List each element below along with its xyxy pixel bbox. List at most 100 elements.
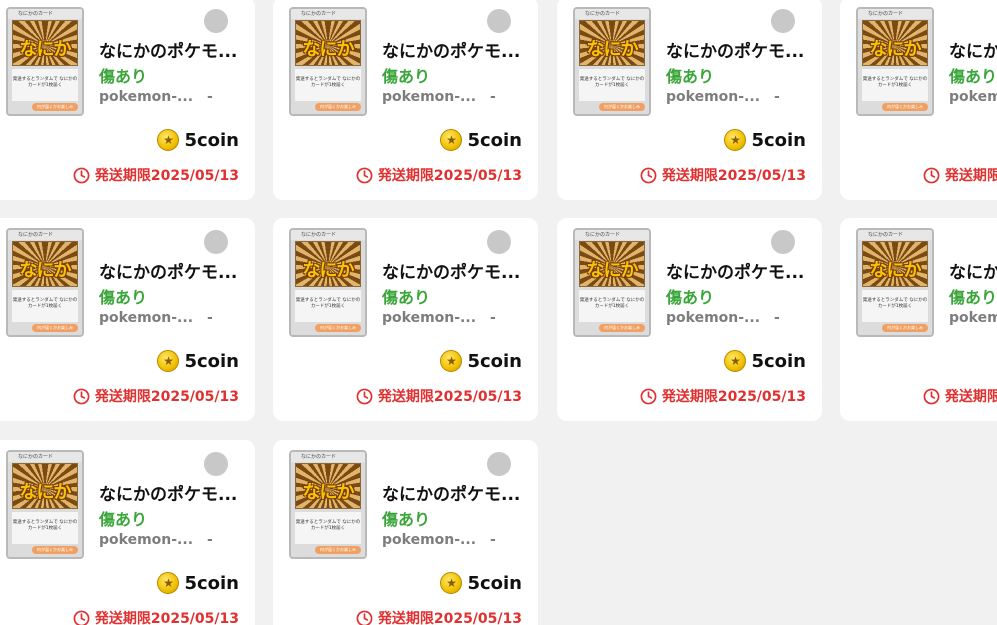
seller-name: pokemon-... <box>99 89 194 105</box>
coin-icon: ★ <box>157 572 180 594</box>
product-title[interactable]: なにかのポケモ... <box>99 480 239 505</box>
select-circle-icon[interactable] <box>204 452 228 476</box>
card-thumbnail[interactable]: なにかのカード なにか 発送するとランダムで なにかのカードが1枚届く 何が届く… <box>6 7 84 116</box>
thumbnail-logo: なにか <box>586 260 639 281</box>
condition-label: 傷あり <box>949 67 997 86</box>
card-thumbnail[interactable]: なにかのカード なにか 発送するとランダムで なにかのカードが1枚届く 何が届く… <box>289 7 367 116</box>
card-thumbnail[interactable]: なにかのカード なにか 発送するとランダムで なにかのカードが1枚届く 何が届く… <box>289 228 367 337</box>
select-circle-icon[interactable] <box>204 9 228 33</box>
select-circle-icon[interactable] <box>487 230 511 254</box>
seller-extra: - <box>207 310 213 326</box>
price-value: 5coin <box>184 572 239 594</box>
clock-icon <box>73 167 90 183</box>
coin-icon: ★ <box>724 129 747 151</box>
shipping-deadline: 発送期限2025/05/13 <box>923 165 997 185</box>
price-value: 5coin <box>751 129 806 151</box>
thumbnail-art: なにか <box>295 20 361 66</box>
thumbnail-art: なにか <box>862 20 928 66</box>
thumbnail-body: 発送するとランダムで なにかのカードが1枚届く <box>862 290 928 322</box>
coin-icon: ★ <box>440 572 463 594</box>
product-title[interactable]: なにかのポケモ... <box>949 37 997 62</box>
seller-extra: - <box>490 89 496 105</box>
select-circle-icon[interactable] <box>204 230 228 254</box>
seller-name: pokemon-... <box>382 532 477 548</box>
select-circle-icon[interactable] <box>487 9 511 33</box>
product-card[interactable]: なにかのカード なにか 発送するとランダムで なにかのカードが1枚届く 何が届く… <box>0 440 255 625</box>
condition-label: 傷あり <box>99 67 148 86</box>
product-card[interactable]: なにかのカード なにか 発送するとランダムで なにかのカードが1枚届く 何が届く… <box>273 440 538 625</box>
price: ★ 5coin <box>157 350 239 372</box>
card-thumbnail[interactable]: なにかのカード なにか 発送するとランダムで なにかのカードが1枚届く 何が届く… <box>856 7 934 116</box>
seller-info: pokemon-...- <box>99 310 249 326</box>
product-card[interactable]: なにかのカード なにか 発送するとランダムで なにかのカードが1枚届く 何が届く… <box>273 218 538 421</box>
thumbnail-button: 何が届くかお楽しみ <box>599 103 645 111</box>
thumbnail-body: 発送するとランダムで なにかのカードが1枚届く <box>12 290 78 322</box>
thumbnail-button: 何が届くかお楽しみ <box>599 324 645 332</box>
product-card[interactable]: なにかのカード なにか 発送するとランダムで なにかのカードが1枚届く 何が届く… <box>840 0 997 200</box>
select-circle-icon[interactable] <box>771 230 795 254</box>
thumbnail-logo: なにか <box>19 260 72 281</box>
card-thumbnail[interactable]: なにかのカード なにか 発送するとランダムで なにかのカードが1枚届く 何が届く… <box>573 7 651 116</box>
seller-name: pokemon-... <box>949 89 997 105</box>
product-title[interactable]: なにかのポケモ... <box>99 37 239 62</box>
card-thumbnail[interactable]: なにかのカード なにか 発送するとランダムで なにかのカードが1枚届く 何が届く… <box>289 450 367 559</box>
product-title[interactable]: なにかのポケモ... <box>382 37 522 62</box>
thumbnail-header: なにかのカード <box>8 452 82 462</box>
price-value: 5coin <box>184 129 239 151</box>
deadline-text: 発送期限2025/05/13 <box>661 168 806 184</box>
seller-name: pokemon-... <box>382 310 477 326</box>
product-card[interactable]: なにかのカード なにか 発送するとランダムで なにかのカードが1枚届く 何が届く… <box>557 0 822 200</box>
thumbnail-header: なにかのカード <box>575 9 649 19</box>
deadline-text: 発送期限2025/05/13 <box>94 389 239 405</box>
seller-info: pokemon-...- <box>99 89 249 105</box>
card-thumbnail[interactable]: なにかのカード なにか 発送するとランダムで なにかのカードが1枚届く 何が届く… <box>856 228 934 337</box>
shipping-deadline: 発送期限2025/05/13 <box>73 386 239 406</box>
thumbnail-art: なにか <box>12 20 78 66</box>
product-card[interactable]: なにかのカード なにか 発送するとランダムで なにかのカードが1枚届く 何が届く… <box>0 218 255 421</box>
shipping-deadline: 発送期限2025/05/13 <box>73 608 239 625</box>
thumbnail-art: なにか <box>295 463 361 509</box>
thumbnail-button: 何が届くかお楽しみ <box>315 546 361 554</box>
thumbnail-logo: なにか <box>19 39 72 60</box>
thumbnail-body: 発送するとランダムで なにかのカードが1枚届く <box>12 69 78 101</box>
clock-icon <box>356 388 373 404</box>
card-thumbnail[interactable]: なにかのカード なにか 発送するとランダムで なにかのカードが1枚届く 何が届く… <box>573 228 651 337</box>
product-title[interactable]: なにかのポケモ... <box>666 37 806 62</box>
deadline-text: 発送期限2025/05/13 <box>94 611 239 625</box>
seller-info: pokemon-...- <box>382 89 532 105</box>
product-card[interactable]: なにかのカード なにか 発送するとランダムで なにかのカードが1枚届く 何が届く… <box>0 0 255 200</box>
shipping-deadline: 発送期限2025/05/13 <box>923 386 997 406</box>
seller-extra: - <box>774 310 780 326</box>
product-title[interactable]: なにかのポケモ... <box>666 258 806 283</box>
clock-icon <box>73 610 90 625</box>
thumbnail-art: なにか <box>579 20 645 66</box>
product-card[interactable]: なにかのカード なにか 発送するとランダムで なにかのカードが1枚届く 何が届く… <box>557 218 822 421</box>
clock-icon <box>356 167 373 183</box>
select-circle-icon[interactable] <box>487 452 511 476</box>
shipping-deadline: 発送期限2025/05/13 <box>356 386 522 406</box>
seller-info: pokemon-...- <box>666 89 816 105</box>
deadline-text: 発送期限2025/05/13 <box>944 168 997 184</box>
thumbnail-logo: なにか <box>586 39 639 60</box>
clock-icon <box>923 167 940 183</box>
product-card[interactable]: なにかのカード なにか 発送するとランダムで なにかのカードが1枚届く 何が届く… <box>840 218 997 421</box>
product-title[interactable]: なにかのポケモ... <box>949 258 997 283</box>
product-title[interactable]: なにかのポケモ... <box>382 480 522 505</box>
card-thumbnail[interactable]: なにかのカード なにか 発送するとランダムで なにかのカードが1枚届く 何が届く… <box>6 228 84 337</box>
thumbnail-logo: なにか <box>869 39 922 60</box>
thumbnail-header: なにかのカード <box>291 452 365 462</box>
product-title[interactable]: なにかのポケモ... <box>382 258 522 283</box>
thumbnail-button: 何が届くかお楽しみ <box>315 103 361 111</box>
product-card[interactable]: なにかのカード なにか 発送するとランダムで なにかのカードが1枚届く 何が届く… <box>273 0 538 200</box>
thumbnail-body: 発送するとランダムで なにかのカードが1枚届く <box>295 290 361 322</box>
product-title[interactable]: なにかのポケモ... <box>99 258 239 283</box>
card-thumbnail[interactable]: なにかのカード なにか 発送するとランダムで なにかのカードが1枚届く 何が届く… <box>6 450 84 559</box>
thumbnail-button: 何が届くかお楽しみ <box>882 324 928 332</box>
shipping-deadline: 発送期限2025/05/13 <box>640 386 806 406</box>
price: ★ 5coin <box>724 129 806 151</box>
condition-label: 傷あり <box>382 510 431 529</box>
thumbnail-body: 発送するとランダムで なにかのカードが1枚届く <box>12 512 78 544</box>
thumbnail-body: 発送するとランダムで なにかのカードが1枚届く <box>862 69 928 101</box>
thumbnail-body: 発送するとランダムで なにかのカードが1枚届く <box>295 512 361 544</box>
select-circle-icon[interactable] <box>771 9 795 33</box>
